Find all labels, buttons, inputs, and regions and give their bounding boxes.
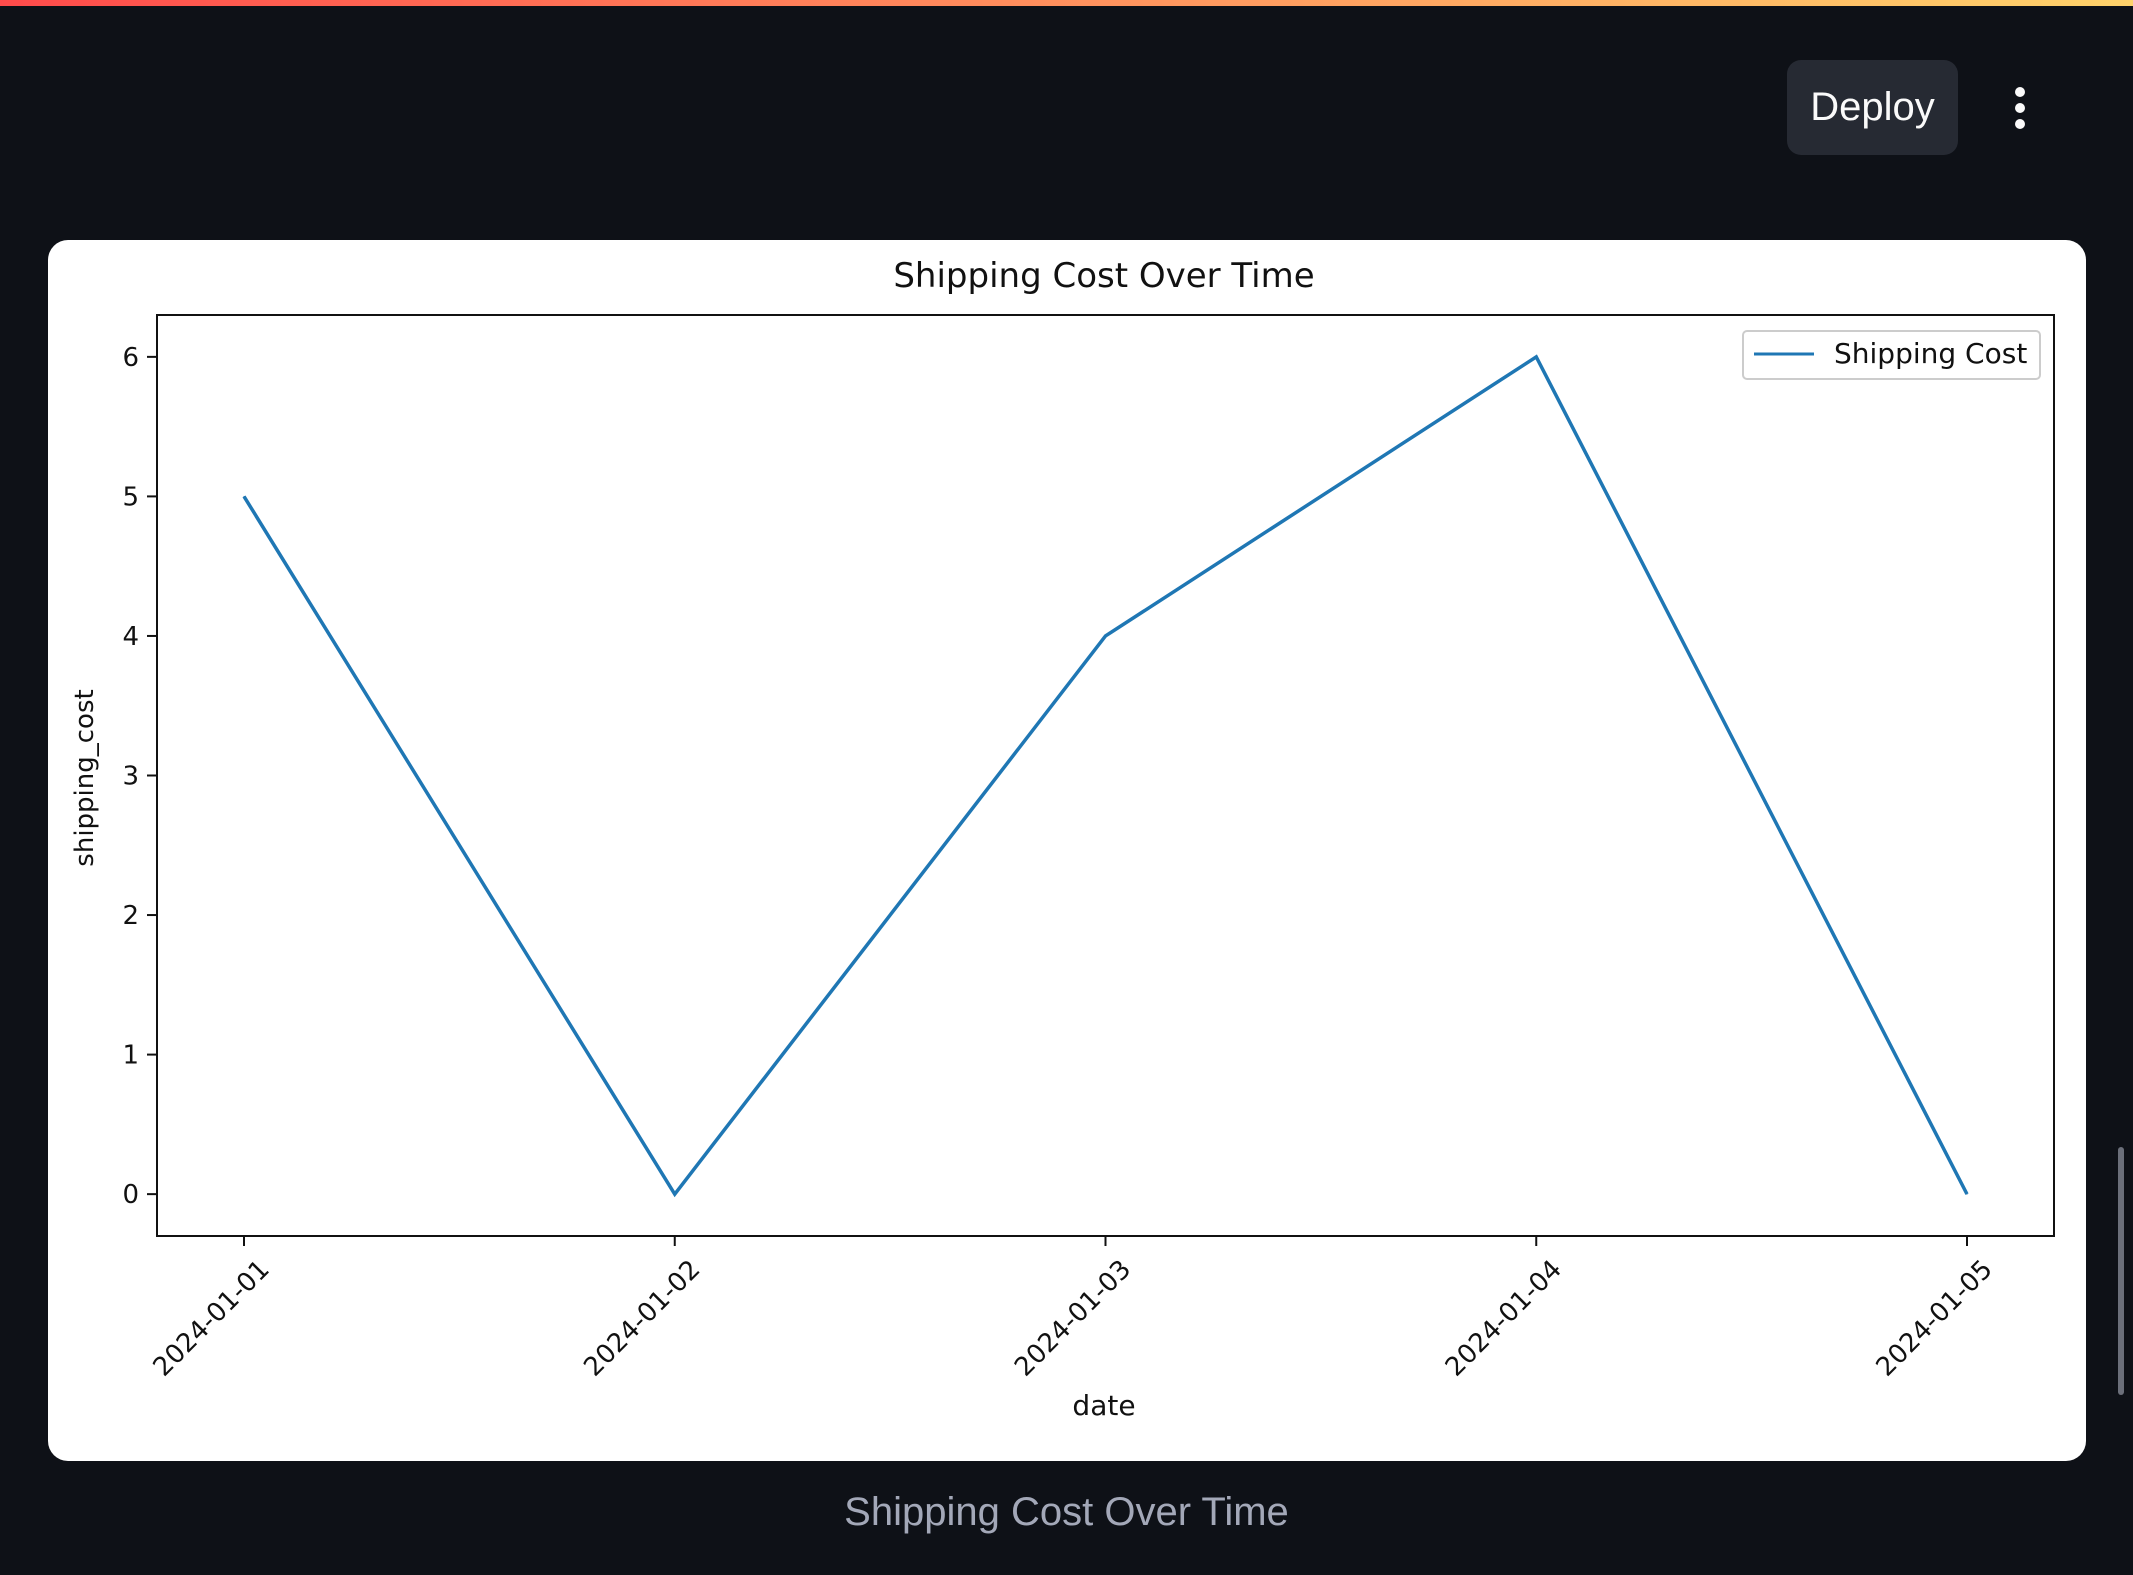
data-point [1105,635,1106,637]
series-lines [242,354,1969,1198]
x-tick-label: 2024-01-01 [148,1254,276,1382]
x-axis: 2024-01-01 2024-01-02 2024-01-03 2024-01-04… [148,1236,1999,1383]
legend-label: Shipping Cost [1834,337,2027,370]
y-tick-label: 6 [122,343,139,373]
data-point [1535,356,1537,358]
x-tick-label: 2024-01-03 [1009,1254,1137,1382]
series-line-shipping-cost [242,354,1969,1198]
x-tick-label: 2024-01-02 [578,1254,706,1382]
y-axis: 0 1 2 3 4 5 6 [122,343,157,1210]
plot-area-frame [156,314,2055,1237]
deploy-button[interactable]: Deploy [1787,60,1958,155]
chart-caption: Shipping Cost Over Time [844,1490,1289,1534]
chart-card: Shipping Cost Over Time 0 1 2 3 4 5 6 2024-01-… [48,240,2086,1461]
chart-title: Shipping Cost Over Time [893,256,1314,296]
y-tick-label: 2 [122,901,139,931]
y-tick-label: 5 [122,482,139,512]
x-tick-label: 2024-01-04 [1440,1254,1568,1382]
scrollbar-thumb[interactable] [2118,1147,2124,1395]
x-axis-label: date [1072,1389,1135,1422]
legend: Shipping Cost [1742,330,2041,380]
line-chart: Shipping Cost Over Time 0 1 2 3 4 5 6 2024-01-… [70,256,2055,1422]
y-tick-label: 4 [122,622,139,652]
data-point [1966,1193,1968,1195]
data-point [674,1193,676,1195]
x-tick-label: 2024-01-05 [1871,1254,1999,1382]
y-axis-label: shipping_cost [70,689,100,866]
data-point [243,495,245,497]
y-tick-label: 1 [122,1041,139,1071]
y-tick-label: 0 [122,1180,139,1210]
top-decoration-bar [0,0,2133,6]
y-tick-label: 3 [122,762,139,792]
main-menu-button[interactable] [1994,72,2046,144]
vertical-ellipsis-icon [2015,87,2025,129]
